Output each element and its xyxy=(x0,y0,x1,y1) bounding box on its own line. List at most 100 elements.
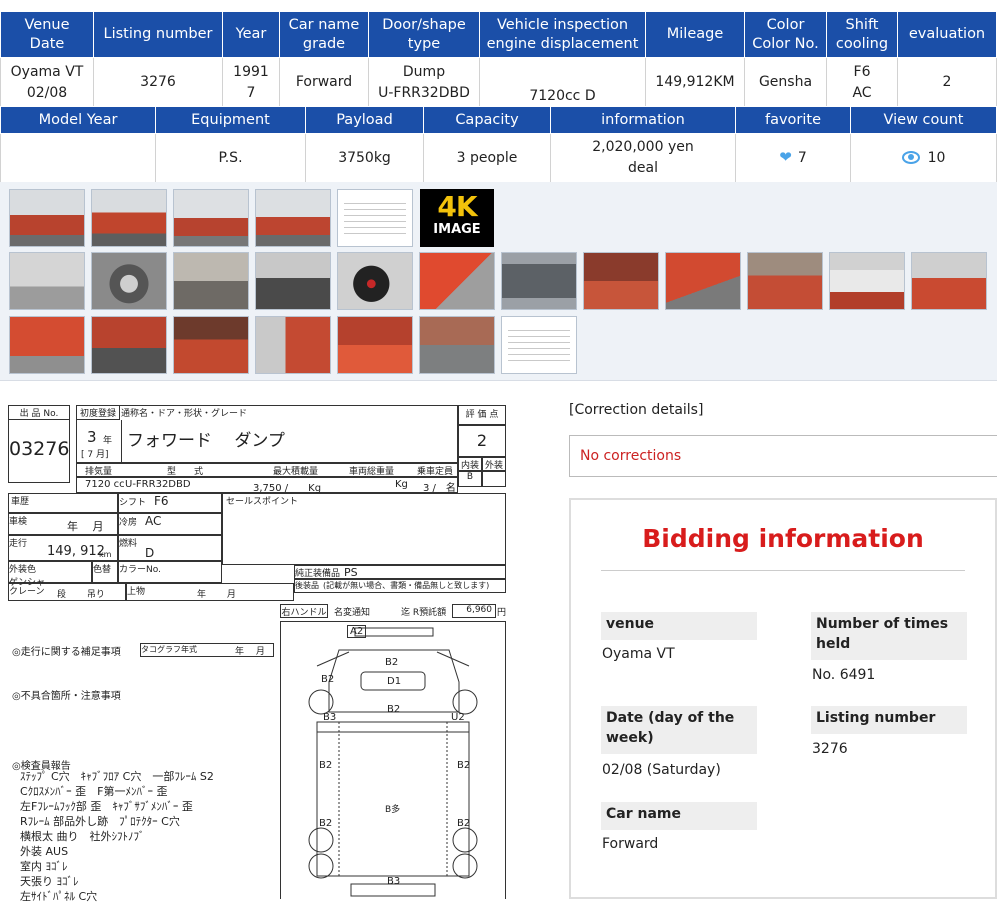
bidding-info-title: Bidding information xyxy=(642,524,924,553)
inspection-label: 車検 xyxy=(9,517,28,527)
interior-label: 内装 xyxy=(458,457,482,471)
times-held-value: No. 6491 xyxy=(812,667,876,683)
sales-point-box: セールスポイント xyxy=(222,493,506,565)
history-box: 車歴 xyxy=(8,493,118,513)
photo-thumbnail[interactable] xyxy=(419,316,495,374)
name-box: 初度登録 通称名・ドア・形状・グレード 3 年 [ 7 月] フォワード ダンプ xyxy=(76,405,458,464)
eye-icon xyxy=(901,151,920,164)
photo-thumbnail[interactable] xyxy=(337,316,413,374)
heart-icon[interactable]: ❤ xyxy=(779,148,792,166)
inspection-value: 年 月 xyxy=(67,520,104,533)
photo-thumbnail[interactable] xyxy=(337,252,413,310)
exhibit-number-label: 出 品 No. xyxy=(9,406,69,420)
photo-thumbnail[interactable] xyxy=(9,316,85,374)
mark-a2: A2 xyxy=(347,625,367,638)
date: 02/08 xyxy=(26,84,68,101)
report-line: 左Fﾌﾚｰﾑﾌｯｸ部 歪 ｷｬﾌﾞｻﾌﾞﾒﾝﾊﾞｰ 歪 xyxy=(20,800,193,813)
car-name-jp: フォワード ダンプ xyxy=(127,431,285,451)
auction-sheet: 出 品 No. 03276 初度登録 通称名・ドア・形状・グレード 3 年 [ … xyxy=(8,405,508,903)
mileage-value: 149, 912 xyxy=(47,544,105,559)
report-line: 天張り ﾖｺﾞﾚ xyxy=(20,875,79,888)
loading-label: 上物 xyxy=(127,587,146,597)
photo-thumbnail[interactable] xyxy=(419,252,495,310)
document-thumbnail[interactable] xyxy=(501,316,577,374)
shift-value: F6 xyxy=(154,494,169,508)
col-model-year: Model Year xyxy=(0,106,156,134)
ext-color-box: 外装色 ゲンシャ xyxy=(8,561,92,588)
photo-thumbnail[interactable] xyxy=(829,252,905,310)
displacement-label: 排気量 xyxy=(85,467,113,477)
name-change-label: 名変通知 xyxy=(334,608,371,618)
bidding-info-panel: Bidding information venue Oyama VT Numbe… xyxy=(569,498,997,899)
photo-thumbnail[interactable] xyxy=(91,316,167,374)
favorite-cell[interactable]: ❤ 7 xyxy=(735,133,851,183)
document-thumbnail[interactable] xyxy=(337,189,413,247)
mark-b-many: B多 xyxy=(385,805,401,815)
report-line: ｽﾃｯﾌﾟ C穴 ｷｬﾌﾞﾌﾛｱ C穴 一部ﾌﾚｰﾑ S2 xyxy=(20,770,214,783)
photo-thumbnail[interactable] xyxy=(173,189,249,247)
date-label: Date (day of the week) xyxy=(601,706,757,754)
photo-thumbnail[interactable] xyxy=(911,252,987,310)
equipment-box: 純正装備品 PS xyxy=(294,565,506,579)
displacement-value: 7120 cc xyxy=(85,479,125,490)
model-value: U-FRR32DBD xyxy=(125,479,191,490)
photo-thumbnail[interactable] xyxy=(173,252,249,310)
photo-thumbnail[interactable] xyxy=(747,252,823,310)
photo-thumbnail[interactable] xyxy=(583,252,659,310)
mark-b2-left: B2 xyxy=(321,674,335,685)
vehicle-diagram: A2 B2 D1 B2 B2 B3 U2 B2 B2 B多 B2 B2 B3 xyxy=(280,621,506,899)
venue: Oyama VT xyxy=(10,63,84,80)
car-name-value: Forward xyxy=(602,836,659,852)
favorite-count: 7 xyxy=(797,150,807,166)
crane-values: 段 吊り xyxy=(57,590,105,600)
reg-month: [ 7 月] xyxy=(81,450,109,460)
shift-box: シフト F6 xyxy=(118,493,222,513)
exterior-score xyxy=(482,471,506,487)
listing-number-value: 3276 xyxy=(812,741,848,757)
mark-u2: U2 xyxy=(451,712,465,723)
reg-year: 3 xyxy=(87,428,97,446)
cooling-label: 冷房 xyxy=(119,518,138,528)
photo-thumbnail[interactable] xyxy=(665,252,741,310)
shift: F6 xyxy=(853,63,871,80)
venue-date-cell: Oyama VT 02/08 xyxy=(0,57,94,108)
exhibit-number: 03276 xyxy=(9,438,70,460)
deal-status: deal xyxy=(628,160,658,176)
car-name-label: Car name xyxy=(601,802,757,830)
4k-image-badge[interactable]: 4K IMAGE xyxy=(420,189,494,247)
mileage-unit: km xyxy=(99,550,112,559)
photo-thumbnail[interactable] xyxy=(173,316,249,374)
image-label: IMAGE xyxy=(433,222,481,237)
4k-label: 4K xyxy=(437,190,477,223)
photo-thumbnail[interactable] xyxy=(501,252,577,310)
yen-label: 円 xyxy=(497,608,507,618)
model-label: 型 式 xyxy=(167,467,204,477)
defects-label: ◎不具合箇所・注意事項 xyxy=(12,691,121,702)
year-1: 1991 xyxy=(233,63,269,80)
photo-thumbnail[interactable] xyxy=(9,189,85,247)
photo-thumbnail[interactable] xyxy=(255,189,331,247)
listing-number-label: Listing number xyxy=(811,706,967,734)
photo-thumbnail[interactable] xyxy=(91,189,167,247)
report-line: Rﾌﾚｰﾑ 部品外し跡 ﾌﾟﾛﾃｸﾀｰ C穴 xyxy=(20,815,180,828)
photo-thumbnail[interactable] xyxy=(9,252,85,310)
col-inspection: Vehicle inspection engine displacement xyxy=(479,11,646,58)
total-weight-label: 車両総重量 xyxy=(349,467,395,477)
price: 2,020,000 yen xyxy=(592,139,694,155)
equipment-label: 純正装備品 xyxy=(295,569,341,579)
supplement-label: ◎走行に関する補足事項 xyxy=(12,647,121,658)
photo-thumbnail[interactable] xyxy=(255,252,331,310)
tachograph-box: タコグラフ年式 年 月 xyxy=(140,643,274,657)
photo-thumbnail[interactable] xyxy=(255,316,331,374)
col-shift: Shift cooling xyxy=(826,11,898,58)
evaluation: 2 xyxy=(897,57,997,108)
col-information: information xyxy=(550,106,736,134)
report-line: 外装 AUS xyxy=(20,845,69,858)
fuel-value: D xyxy=(145,546,155,560)
mileage-box: 走行 149, 912 km xyxy=(8,535,118,561)
information-cell: 2,020,000 yen deal xyxy=(550,133,736,183)
after-market-box: 後装品 (記載が無い場合、書類・備品無しと致します) xyxy=(294,579,506,593)
photo-thumbnail[interactable] xyxy=(91,252,167,310)
year-2: 7 xyxy=(246,84,256,101)
cooling: AC xyxy=(852,84,872,101)
